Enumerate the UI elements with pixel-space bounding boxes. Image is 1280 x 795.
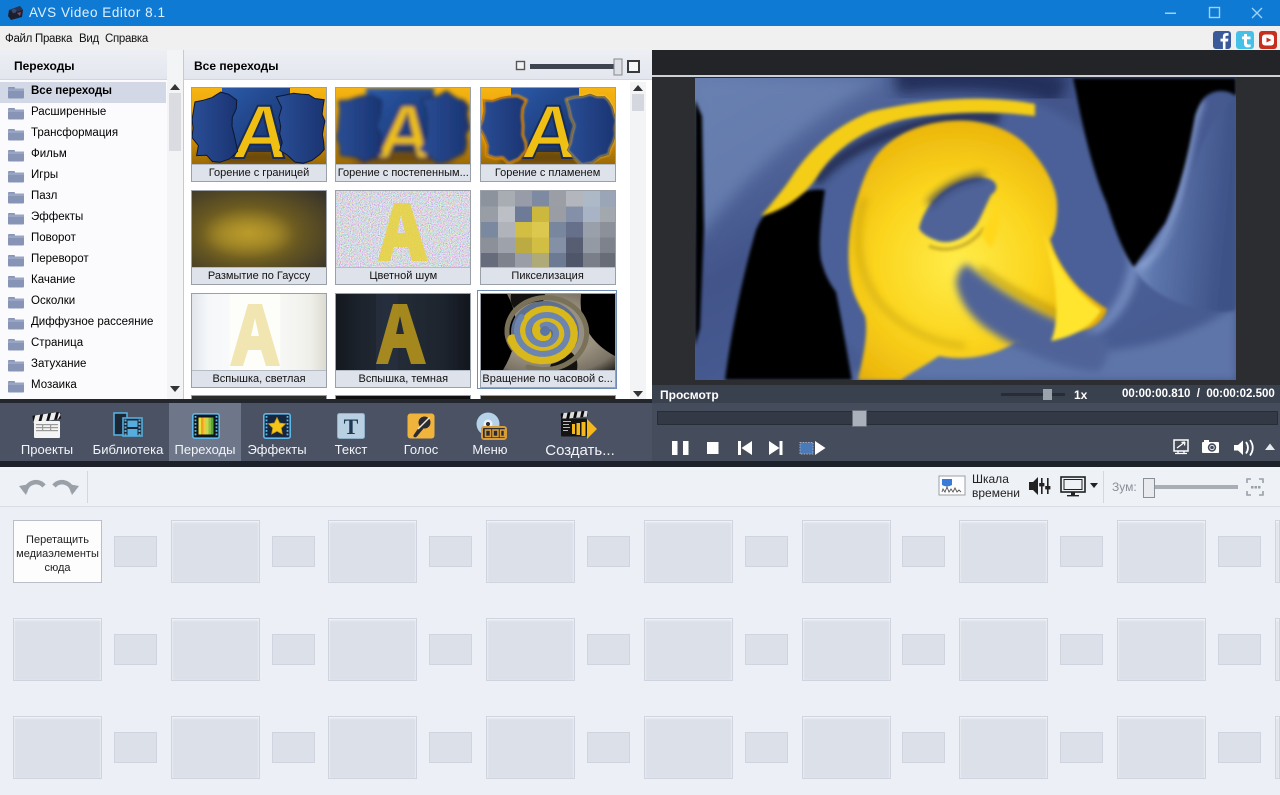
svg-text:T: T [344,414,359,439]
